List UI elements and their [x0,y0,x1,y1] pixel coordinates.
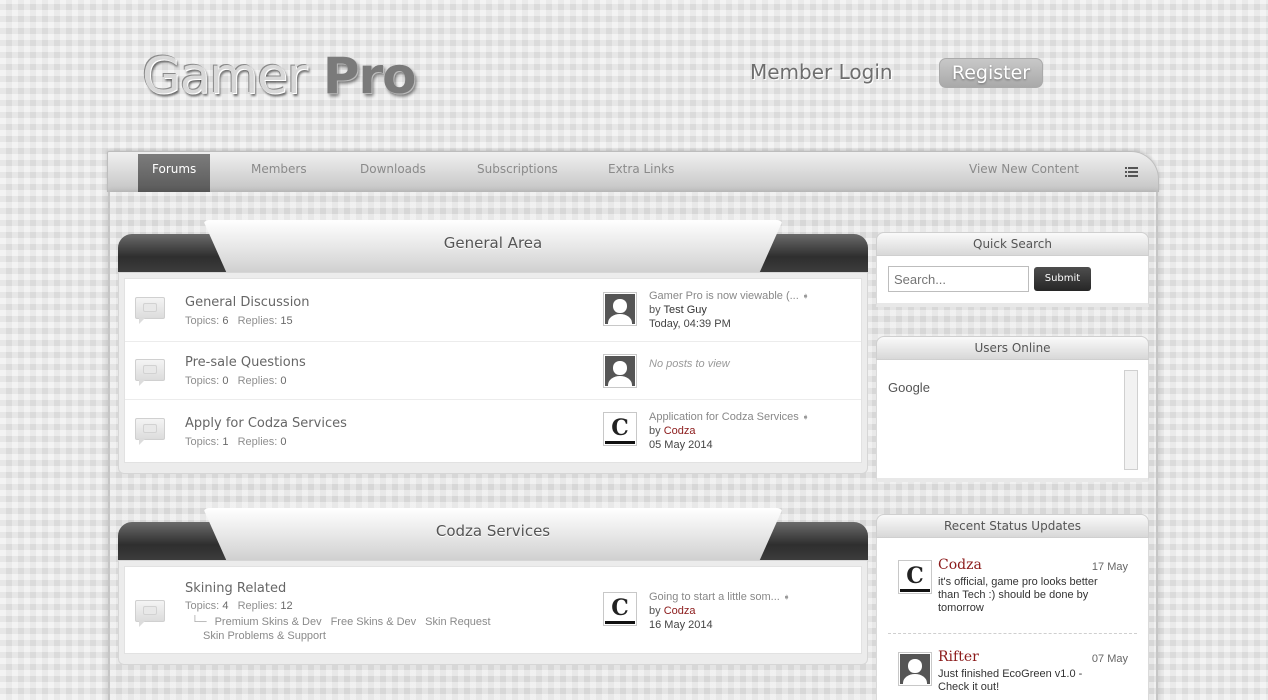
nav-tab-members[interactable]: Members [237,152,321,192]
category-header: Codza Services [118,508,868,560]
subforum-link[interactable]: Free Skins & Dev [331,616,417,628]
main-navbar: Forums Members Downloads Subscriptions E… [107,151,1159,192]
forum-stats: Topics: 1 Replies: 0 [185,436,287,448]
forum-read-icon [135,359,165,386]
default-avatar-icon [605,356,635,386]
last-poster-avatar[interactable]: C [603,592,637,626]
category-title: Codza Services [435,522,551,540]
forum-stats: Topics: 6 Replies: 15 [185,315,293,327]
forum-row: Apply for Codza Services Topics: 1 Repli… [125,400,861,462]
status-updates-title: Recent Status Updates [876,514,1149,538]
status-date: 17 May [1091,561,1128,573]
last-post-author: by Codza [649,425,696,437]
codza-avatar-icon: C [605,594,635,624]
category-title: General Area [443,234,543,252]
subforum-arrow-icon: └─ [191,616,207,628]
status-author-link[interactable]: Rifter [938,649,979,665]
site-logo[interactable]: Gamer Pro [142,47,417,105]
users-online-block: Users Online Google [876,336,1149,482]
status-avatar[interactable] [898,652,932,686]
view-new-content-link[interactable]: View New Content [955,152,1093,192]
users-online-scrollbar[interactable] [1124,370,1138,470]
go-to-post-icon[interactable]: ➧ [802,291,810,301]
nav-tab-extra-links[interactable]: Extra Links [594,152,688,192]
last-post-date: 16 May 2014 [649,619,713,631]
register-button[interactable]: Register [939,58,1043,88]
forum-name-link[interactable]: Pre-sale Questions [185,355,306,370]
forum-row: General Discussion Topics: 6 Replies: 15… [125,279,861,342]
status-separator [888,633,1137,634]
go-to-post-icon[interactable]: ➧ [802,412,810,422]
forum-name-link[interactable]: General Discussion [185,295,310,310]
last-poster-avatar[interactable] [603,354,637,388]
member-login-link[interactable]: Member Login [750,60,893,84]
logo-word-gamer: Gamer [142,47,307,105]
forum-name-link[interactable]: Apply for Codza Services [185,416,347,431]
list-icon[interactable] [1125,167,1138,179]
forum-row: Pre-sale Questions Topics: 0 Replies: 0 … [125,342,861,400]
forum-read-icon [135,418,165,445]
last-poster-avatar[interactable]: C [603,412,637,446]
codza-avatar-icon: C [900,562,930,592]
status-date: 07 May [1091,653,1128,665]
search-input[interactable] [888,266,1029,292]
category-body: Skining Related Topics: 4 Replies: 12 └─… [118,560,868,665]
go-to-post-icon[interactable]: ➧ [783,592,791,602]
quick-search-block: Quick Search Submit [876,232,1149,307]
last-poster-avatar[interactable] [603,292,637,326]
logo-word-pro: Pro [306,47,417,105]
forum-read-icon [135,297,165,324]
status-author-link[interactable]: Codza [938,557,982,573]
last-post-author: by Test Guy [649,304,707,316]
category-header: General Area [118,220,868,272]
forum-row: Skining Related Topics: 4 Replies: 12 └─… [125,567,861,653]
forum-read-icon [135,600,165,627]
last-post-title-link[interactable]: Application for Codza Services ➧ [649,411,809,423]
last-post-date: Today, 04:39 PM [649,318,731,330]
default-avatar-icon [900,654,930,684]
status-text: it's official, game pro looks better tha… [938,576,1098,614]
online-user-link[interactable]: Google [888,380,930,395]
no-posts-text: No posts to view [649,358,730,370]
default-avatar-icon [605,294,635,324]
last-post-date: 05 May 2014 [649,439,713,451]
subforum-list: └─ Premium Skins & Dev Free Skins & Dev Ski… [191,615,500,643]
status-text: Just finished EcoGreen v1.0 - Check it o… [938,668,1083,693]
subforum-link[interactable]: Skin Problems & Support [203,630,326,642]
status-updates-block: Recent Status Updates C Codza 17 May it'… [876,514,1149,700]
last-post-author: by Codza [649,605,696,617]
nav-tab-forums[interactable]: Forums [138,154,211,192]
last-post-title-link[interactable]: Gamer Pro is now viewable (... ➧ [649,290,809,302]
nav-tab-subscriptions[interactable]: Subscriptions [463,152,572,192]
category-body: General Discussion Topics: 6 Replies: 15… [118,272,868,474]
nav-tab-downloads[interactable]: Downloads [346,152,440,192]
codza-avatar-icon: C [605,414,635,444]
forum-stats: Topics: 0 Replies: 0 [185,375,287,387]
forum-name-link[interactable]: Skining Related [185,581,286,596]
subforum-link[interactable]: Premium Skins & Dev [215,616,322,628]
last-post-title-link[interactable]: Going to start a little som... ➧ [649,591,790,603]
quick-search-title: Quick Search [876,232,1149,256]
users-online-title: Users Online [876,336,1149,360]
status-avatar[interactable]: C [898,560,932,594]
subforum-link[interactable]: Skin Request [425,616,490,628]
search-submit-button[interactable]: Submit [1034,267,1091,291]
forum-stats: Topics: 4 Replies: 12 [185,600,293,612]
